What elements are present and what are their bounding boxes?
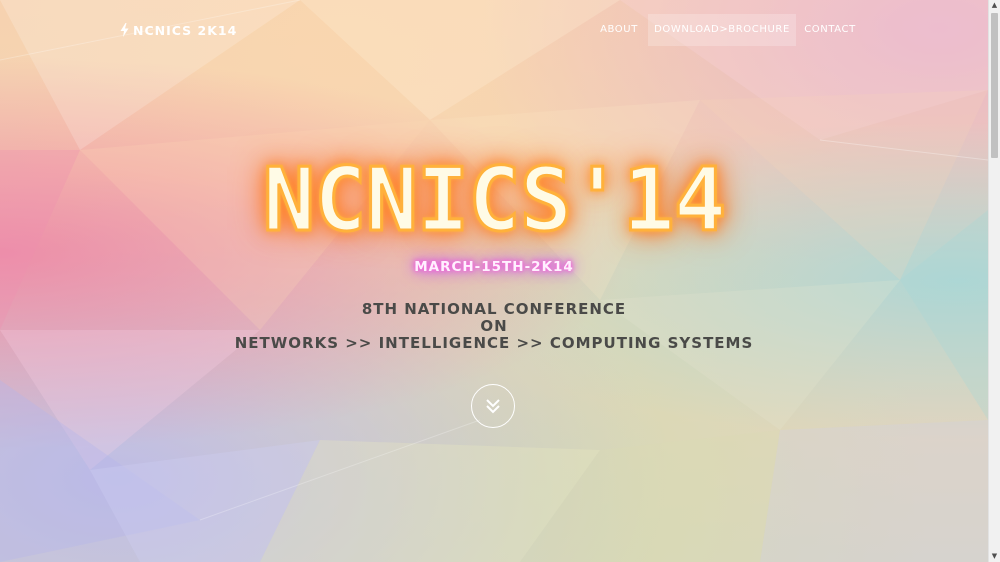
hero-title: NCNICS'14 — [261, 148, 727, 253]
brand-link[interactable]: NCNICS 2K14 — [120, 21, 237, 39]
nav-contact-link[interactable]: CONTACT — [800, 14, 860, 46]
subtitle-line-2: ON — [480, 317, 508, 335]
navbar: NCNICS 2K14 ABOUT DOWNLOAD>BROCHURE CONT… — [0, 0, 988, 60]
vertical-scrollbar[interactable]: ▲ ▼ — [988, 0, 1000, 562]
subtitle-line-1: 8TH NATIONAL CONFERENCE — [361, 300, 627, 318]
subtitle-line-3: NETWORKS >> INTELLIGENCE >> COMPUTING SY… — [234, 334, 754, 352]
scroll-down-button[interactable] — [471, 384, 515, 428]
brand-text: NCNICS 2K14 — [133, 22, 238, 38]
scrollbar-thumb[interactable] — [991, 13, 998, 158]
hero-section: NCNICS 2K14 ABOUT DOWNLOAD>BROCHURE CONT… — [0, 0, 988, 562]
nav-about-link[interactable]: ABOUT — [594, 14, 644, 46]
bolt-icon — [120, 23, 129, 37]
nav-download-brochure-link[interactable]: DOWNLOAD>BROCHURE — [648, 14, 796, 46]
scroll-up-arrow-icon[interactable]: ▲ — [989, 0, 1000, 11]
polygon-background — [0, 0, 988, 562]
scroll-down-arrow-icon[interactable]: ▼ — [989, 551, 1000, 562]
event-date: MARCH-15TH-2K14 — [414, 259, 574, 275]
